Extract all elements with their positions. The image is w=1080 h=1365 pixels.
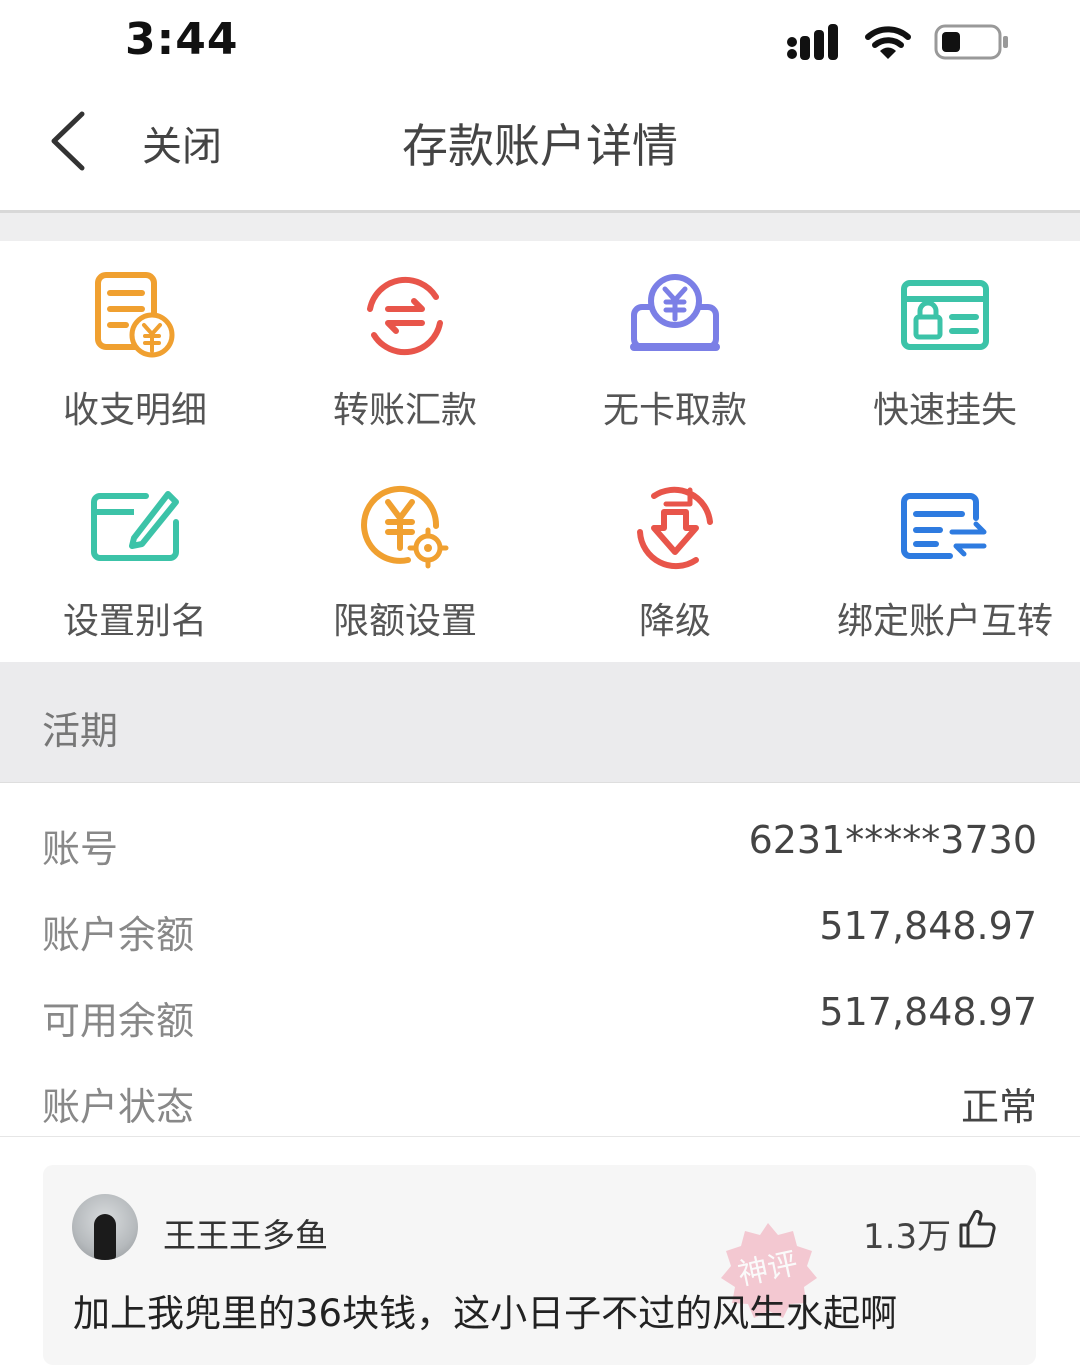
wifi-icon bbox=[865, 26, 911, 59]
transfer-icon bbox=[367, 276, 443, 356]
info-row-status: 账户状态 正常 bbox=[0, 1056, 1080, 1142]
action-label: 转账汇款 bbox=[332, 390, 477, 431]
status-icons bbox=[786, 20, 1010, 64]
status-time: 3:44 bbox=[125, 14, 239, 65]
info-row-balance: 账户余额 517,848.97 bbox=[0, 884, 1080, 970]
cellular-signal-icon bbox=[787, 24, 838, 60]
action-grid: 收支明细 转账汇款 无卡取款 快速挂失 设置别名 限额设置 降级 绑定账户互转 bbox=[0, 241, 1080, 662]
like-count: 1.3万 bbox=[863, 1217, 952, 1257]
avatar[interactable] bbox=[72, 1194, 138, 1260]
info-key: 账号 bbox=[42, 827, 119, 871]
report-loss-icon bbox=[901, 280, 989, 350]
action-set-alias[interactable]: 设置别名 bbox=[0, 452, 270, 662]
comment-username[interactable]: 王王王多鱼 bbox=[163, 1209, 328, 1257]
action-report-loss[interactable]: 快速挂失 bbox=[810, 241, 1080, 451]
action-downgrade[interactable]: 降级 bbox=[540, 452, 810, 662]
comment-card: 王王王多鱼 神评 1.3万 加上我兜里的36块钱，这小日子不过的风生水起啊 bbox=[43, 1165, 1036, 1365]
action-limit-settings[interactable]: 限额设置 bbox=[270, 452, 540, 662]
info-key: 账户状态 bbox=[42, 1085, 195, 1129]
action-label: 收支明细 bbox=[62, 390, 207, 431]
divider bbox=[0, 213, 1080, 241]
action-label: 降级 bbox=[638, 601, 711, 642]
nav-bar: 关闭 存款账户详情 bbox=[0, 86, 1080, 213]
action-label: 绑定账户互转 bbox=[836, 601, 1053, 642]
action-label: 限额设置 bbox=[332, 601, 477, 642]
thumbs-up-icon[interactable] bbox=[957, 1209, 997, 1249]
info-value: 6231*****3730 bbox=[748, 818, 1037, 862]
info-row-available-balance: 可用余额 517,848.97 bbox=[0, 970, 1080, 1056]
info-value: 正常 bbox=[960, 1085, 1037, 1129]
limit-settings-icon bbox=[361, 485, 449, 569]
action-label: 快速挂失 bbox=[872, 390, 1017, 431]
downgrade-icon bbox=[637, 486, 713, 570]
comment-area: 王王王多鱼 神评 1.3万 加上我兜里的36块钱，这小日子不过的风生水起啊 bbox=[0, 1137, 1080, 1365]
action-income-expense-detail[interactable]: 收支明细 bbox=[0, 241, 270, 451]
statement-icon bbox=[95, 272, 175, 358]
page-title: 存款账户详情 bbox=[402, 119, 678, 173]
cardless-withdraw-icon bbox=[630, 274, 720, 351]
action-label: 设置别名 bbox=[62, 601, 207, 642]
info-key: 账户余额 bbox=[42, 913, 195, 957]
info-row-account-number: 账号 6231*****3730 bbox=[0, 798, 1080, 884]
info-key: 可用余额 bbox=[42, 999, 195, 1043]
section-title: 活期 bbox=[42, 709, 119, 753]
action-cardless-withdraw[interactable]: 无卡取款 bbox=[540, 241, 810, 451]
bound-account-transfer-icon bbox=[901, 493, 987, 559]
action-bound-account-transfer[interactable]: 绑定账户互转 bbox=[810, 452, 1080, 662]
account-info: 账号 6231*****3730 账户余额 517,848.97 可用余额 51… bbox=[0, 783, 1080, 1137]
section-header: 活期 bbox=[0, 662, 1080, 783]
status-bar: 3:44 bbox=[0, 0, 1080, 86]
battery-icon bbox=[934, 24, 1008, 60]
edit-alias-icon bbox=[91, 491, 179, 561]
comment-text: 加上我兜里的36块钱，这小日子不过的风生水起啊 bbox=[73, 1292, 898, 1335]
action-transfer[interactable]: 转账汇款 bbox=[270, 241, 540, 451]
action-label: 无卡取款 bbox=[602, 390, 747, 431]
info-value: 517,848.97 bbox=[819, 990, 1037, 1034]
info-value: 517,848.97 bbox=[819, 904, 1037, 948]
